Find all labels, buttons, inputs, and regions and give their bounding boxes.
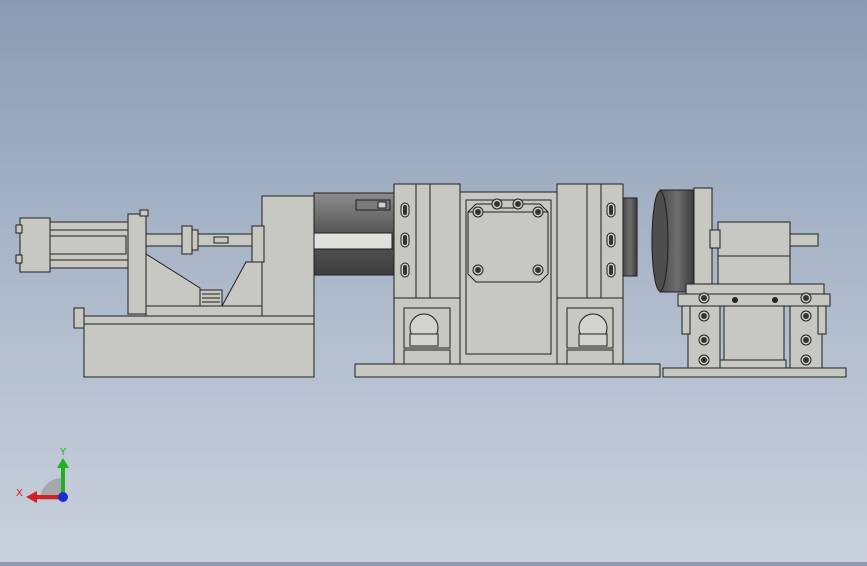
left-cylinder-assembly — [15, 195, 315, 378]
center-base-plate — [354, 363, 661, 378]
y-axis-label: Y — [59, 447, 67, 458]
left-base-block — [83, 315, 315, 378]
right-base-plate — [662, 367, 847, 378]
z-axis-dot — [58, 492, 68, 502]
axis-triad[interactable]: Y X — [16, 447, 69, 503]
servo-motor-right — [622, 189, 701, 293]
servo-motor-left — [313, 192, 395, 276]
left-mount-plate — [261, 195, 315, 317]
x-axis-label: X — [16, 488, 23, 499]
piston-rod — [145, 233, 257, 247]
cad-viewport[interactable]: Y X — [0, 0, 867, 562]
